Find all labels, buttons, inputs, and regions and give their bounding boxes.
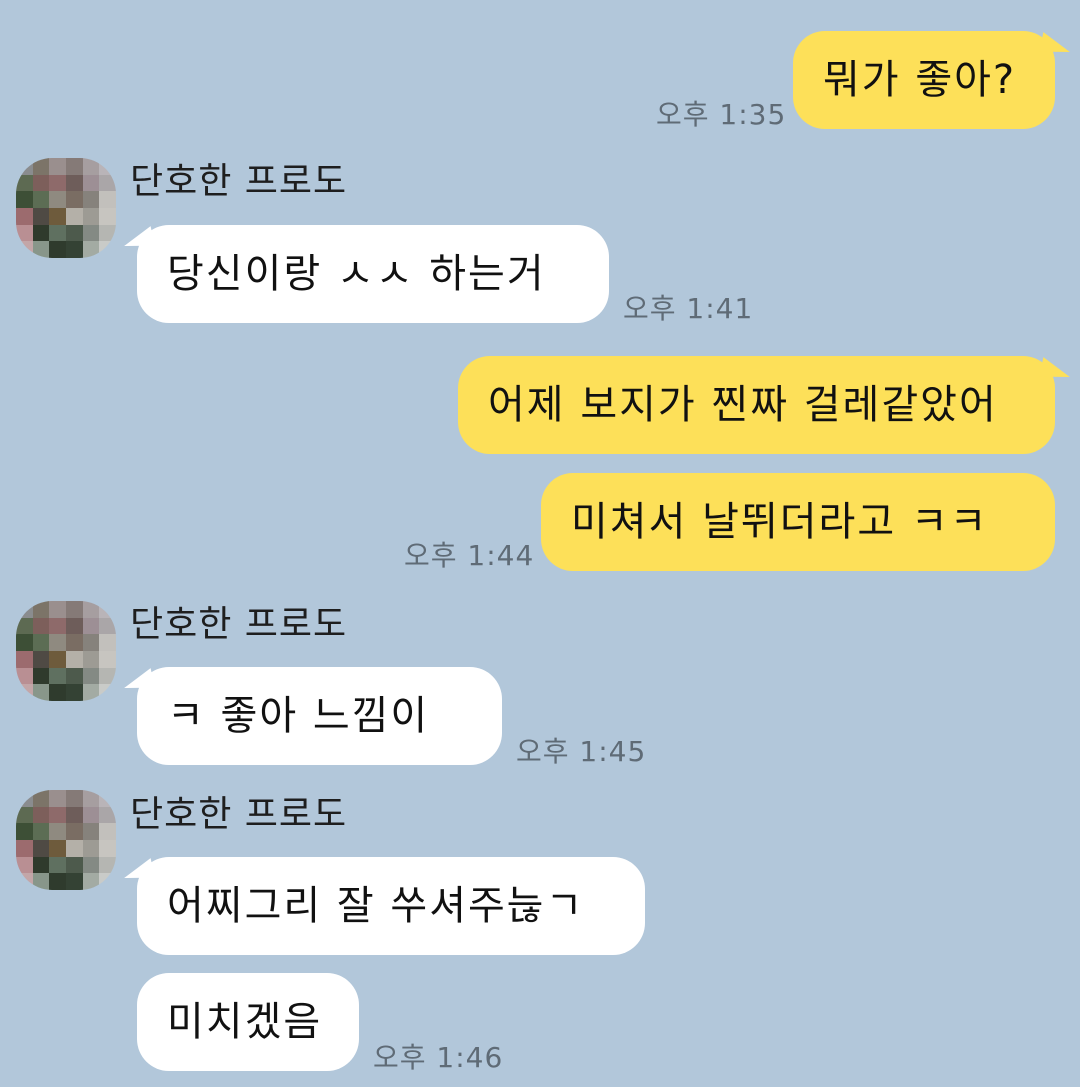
sender-name: 단호한 프로도 bbox=[130, 161, 348, 202]
sender-avatar[interactable] bbox=[16, 601, 116, 701]
message-timestamp: 오후 1:44 bbox=[404, 539, 535, 572]
message-timestamp: 오후 1:46 bbox=[373, 1041, 504, 1074]
message-timestamp: 오후 1:35 bbox=[656, 98, 787, 131]
sender-name: 단호한 프로도 bbox=[130, 604, 348, 645]
message-text: 어제 보지가 찐짜 걸레같았어 bbox=[488, 382, 998, 428]
message-text: ㅋ 좋아 느낌이 bbox=[167, 693, 430, 739]
message-text: 당신이랑 ㅅㅅ 하는거 bbox=[167, 251, 546, 297]
outgoing-message-bubble[interactable]: 뭐가 좋아? bbox=[793, 31, 1055, 129]
incoming-message-bubble[interactable]: 미치겠음 bbox=[137, 973, 359, 1071]
sender-avatar[interactable] bbox=[16, 158, 116, 258]
message-text: 뭐가 좋아? bbox=[823, 57, 1017, 103]
incoming-message-bubble[interactable]: 당신이랑 ㅅㅅ 하는거 bbox=[137, 225, 609, 323]
chat-area[interactable]: 뭐가 좋아? 오후 1:35 단호한 프로도 당신이랑 ㅅㅅ 하는거 오후 1:… bbox=[0, 0, 1080, 1087]
message-timestamp: 오후 1:41 bbox=[623, 292, 754, 325]
sender-avatar[interactable] bbox=[16, 790, 116, 890]
incoming-message-bubble[interactable]: ㅋ 좋아 느낌이 bbox=[137, 667, 502, 765]
message-timestamp: 오후 1:45 bbox=[516, 735, 647, 768]
outgoing-message-bubble[interactable]: 미쳐서 날뛰더라고 ㅋㅋ bbox=[541, 473, 1055, 571]
sender-name: 단호한 프로도 bbox=[130, 794, 348, 835]
outgoing-message-bubble[interactable]: 어제 보지가 찐짜 걸레같았어 bbox=[458, 356, 1055, 454]
message-text: 미쳐서 날뛰더라고 ㅋㅋ bbox=[571, 499, 989, 545]
incoming-message-bubble[interactable]: 어찌그리 잘 쑤셔주늖ㄱ bbox=[137, 857, 645, 955]
message-text: 미치겠음 bbox=[167, 999, 323, 1045]
message-text: 어찌그리 잘 쑤셔주늖ㄱ bbox=[167, 883, 585, 929]
